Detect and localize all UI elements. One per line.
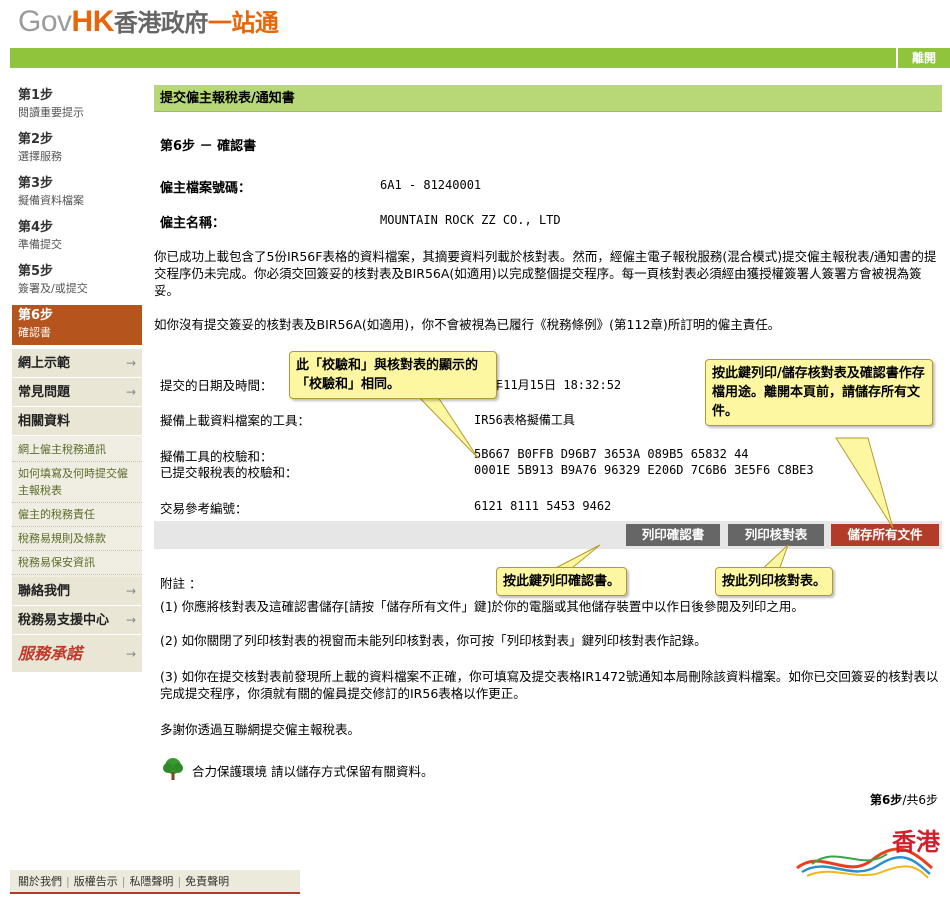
file-no-value: 6A1 - 81240001 (380, 178, 482, 192)
footer-separator: | (121, 875, 126, 888)
tree-icon (162, 757, 184, 781)
page-indicator: 第6步/共6步 (870, 791, 938, 808)
file-no-label: 僱主檔案號碼： (160, 181, 252, 196)
brand-text: 香港 (892, 828, 940, 856)
callout-pointer-save (835, 437, 894, 529)
return-checksum-label: 已提交報稅表的校驗和： (160, 465, 298, 480)
tool-label: 擬備上載資料檔案的工具： (160, 413, 311, 428)
sidebar-step-6-active: 第6步 確認書 (12, 305, 142, 345)
nav-faq[interactable]: 常見問題 → (12, 378, 142, 407)
nav-related: 相關資料 (12, 407, 142, 436)
step-title: 第3步 (18, 176, 54, 191)
button-bar: 列印確認書 列印核對表 儲存所有文件 (154, 521, 942, 549)
callout-print-ack: 按此鍵列印確認書。 (496, 567, 628, 596)
arrow-right-icon: → (125, 613, 136, 627)
logo-hk: HK (71, 5, 115, 38)
callout-print-list: 按此列印核對表。 (715, 567, 834, 596)
step-title: 第4步 (18, 220, 54, 235)
nav-demo[interactable]: 網上示範 → (12, 349, 142, 378)
step-sub: 準備提交 (18, 238, 62, 251)
note-1: (1) 你應將核對表及這確認書儲存[請按「儲存所有文件」鍵]於你的電腦或其他儲存… (160, 599, 804, 614)
related-links: 網上僱主稅務通訊 如何填寫及何時提交僱主報稅表 僱主的稅務責任 稅務易規則及條款… (12, 436, 142, 577)
sidebar-step-4: 第4步 準備提交 (12, 217, 142, 261)
nav-contact[interactable]: 聯絡我們 → (12, 577, 142, 606)
callout-save: 按此鍵列印/儲存核對表及確認書作存檔用途。離開本頁前，請儲存所有文件。 (705, 359, 933, 426)
related-link[interactable]: 如何填寫及何時提交僱主報稅表 (12, 462, 142, 503)
nav-label: 聯絡我們 (18, 584, 71, 599)
page-total: /共6步 (902, 793, 938, 807)
print-checklist-button[interactable]: 列印核對表 (728, 524, 824, 546)
footer-separator: | (66, 875, 70, 888)
main-content: 提交僱主報稅表/通知書 第6步 － 確認書 僱主檔案號碼： 6A1 - 8124… (154, 85, 942, 807)
sidebar-step-1: 第1步 閱讀重要提示 (12, 85, 142, 129)
footer-separator: | (177, 875, 182, 888)
brand-hong-kong-logo: 香港 (792, 820, 942, 884)
logo-gov: Gov (18, 5, 72, 38)
step-sub: 確認書 (18, 326, 51, 339)
logo-zh: 香港政府 (113, 9, 209, 37)
save-all-button[interactable]: 儲存所有文件 (831, 524, 939, 546)
arrow-right-icon: → (125, 385, 136, 399)
print-acknowledgement-button[interactable]: 列印確認書 (626, 524, 720, 546)
return-checksum-value: 0001E 5B913 B9A76 96329 E206D 7C6B6 3E5F… (474, 463, 814, 477)
arrow-right-icon: → (125, 356, 136, 370)
footer-disclaimer-link[interactable]: 免責聲明 (185, 875, 229, 888)
nav-support[interactable]: 稅務易支援中心 → (12, 606, 142, 635)
header: GovHK香港政府一站通 (0, 0, 950, 46)
callout-checksum: 此「校驗和」與核對表的顯示的「校驗和」相同。 (289, 351, 497, 399)
footer-privacy-link[interactable]: 私隱聲明 (129, 875, 173, 888)
notes-label: 附註 ： (160, 576, 202, 591)
arrow-right-icon: → (125, 647, 136, 661)
step-title: 第2步 (18, 132, 54, 147)
page-current: 第6步 (869, 793, 903, 807)
nav-label: 相關資料 (18, 414, 71, 429)
green-reminder: 合力保護環境 請以儲存方式保留有關資料。 (192, 764, 434, 779)
note-2: (2) 如你關閉了列印核對表的視窗而未能列印核對表，你可按「列印核對表」鍵列印核… (160, 633, 707, 648)
footer-about-link[interactable]: 關於我們 (18, 875, 62, 888)
exit-button[interactable]: 離開 (896, 48, 950, 68)
nav-label: 稅務易支援中心 (18, 613, 110, 628)
related-link[interactable]: 稅務易保安資訊 (12, 551, 142, 575)
related-link[interactable]: 網上僱主稅務通訊 (12, 438, 142, 462)
service-pledge-logo: 服務承諾 (18, 644, 83, 663)
related-link[interactable]: 僱主的稅務責任 (12, 503, 142, 527)
related-link[interactable]: 稅務易規則及條款 (12, 527, 142, 551)
footer: 關於我們 | 版權告示 | 私隱聲明 | 免責聲明 (10, 870, 300, 894)
date-value: 3年11月15日 18:32:52 (484, 378, 622, 392)
arrow-right-icon: → (125, 584, 136, 598)
page-heading: 提交僱主報稅表/通知書 (154, 85, 942, 112)
logo-zh2: 一站通 (207, 9, 279, 37)
step-sub: 選擇服務 (18, 150, 62, 163)
sidebar-step-2: 第2步 選擇服務 (12, 129, 142, 173)
warning-paragraph: 如你沒有提交簽妥的核對表及BIR56A(如適用)，你不會被視為已履行《稅務條例》… (154, 317, 781, 332)
note-3: (3) 如你在提交核對表前發現所上載的資料檔案不正確，你可填寫及提交表格IR14… (160, 669, 939, 701)
step-title: 第6步 (18, 308, 54, 323)
step-sub: 簽署及/或提交 (18, 282, 88, 295)
sidebar-step-5: 第5步 簽署及/或提交 (12, 261, 142, 305)
info-paragraph: 你已成功上載包含了5份IR56F表格的資料檔案，其摘要資料列載於核對表。然而，經… (154, 249, 937, 298)
govhk-logo[interactable]: GovHK香港政府一站通 (18, 4, 279, 41)
step-title: 第6步 － 確認書 (160, 139, 257, 154)
nav-service-pledge[interactable]: 服務承諾 → (12, 635, 142, 673)
step-sub: 擬備資料檔案 (18, 194, 84, 207)
nav-label: 網上示範 (18, 356, 71, 371)
ref-label: 交易參考編號： (160, 501, 248, 516)
footer-copyright-link[interactable]: 版權告示 (74, 875, 118, 888)
date-label: 提交的日期及時間： (160, 378, 273, 393)
thanks-text: 多謝你透過互聯網提交僱主報稅表。 (160, 722, 361, 737)
tool-value: IR56表格擬備工具 (474, 413, 575, 427)
sidebar: 第1步 閱讀重要提示 第2步 選擇服務 第3步 擬備資料檔案 第4步 準備提交 … (12, 85, 142, 673)
tool-checksum-value: 5B667 B0FFB D96B7 3653A 089B5 65832 44 (474, 447, 749, 461)
step-sub: 閱讀重要提示 (18, 106, 84, 119)
employer-name-value: MOUNTAIN ROCK ZZ CO., LTD (380, 213, 561, 227)
step-title: 第1步 (18, 88, 54, 103)
nav-label: 常見問題 (18, 385, 71, 400)
employer-name-label: 僱主名稱： (160, 216, 226, 231)
step-title: 第5步 (18, 264, 54, 279)
ref-value: 6121 8111 5453 9462 (474, 499, 612, 513)
top-bar: 離開 (10, 48, 950, 68)
sidebar-step-3: 第3步 擬備資料檔案 (12, 173, 142, 217)
